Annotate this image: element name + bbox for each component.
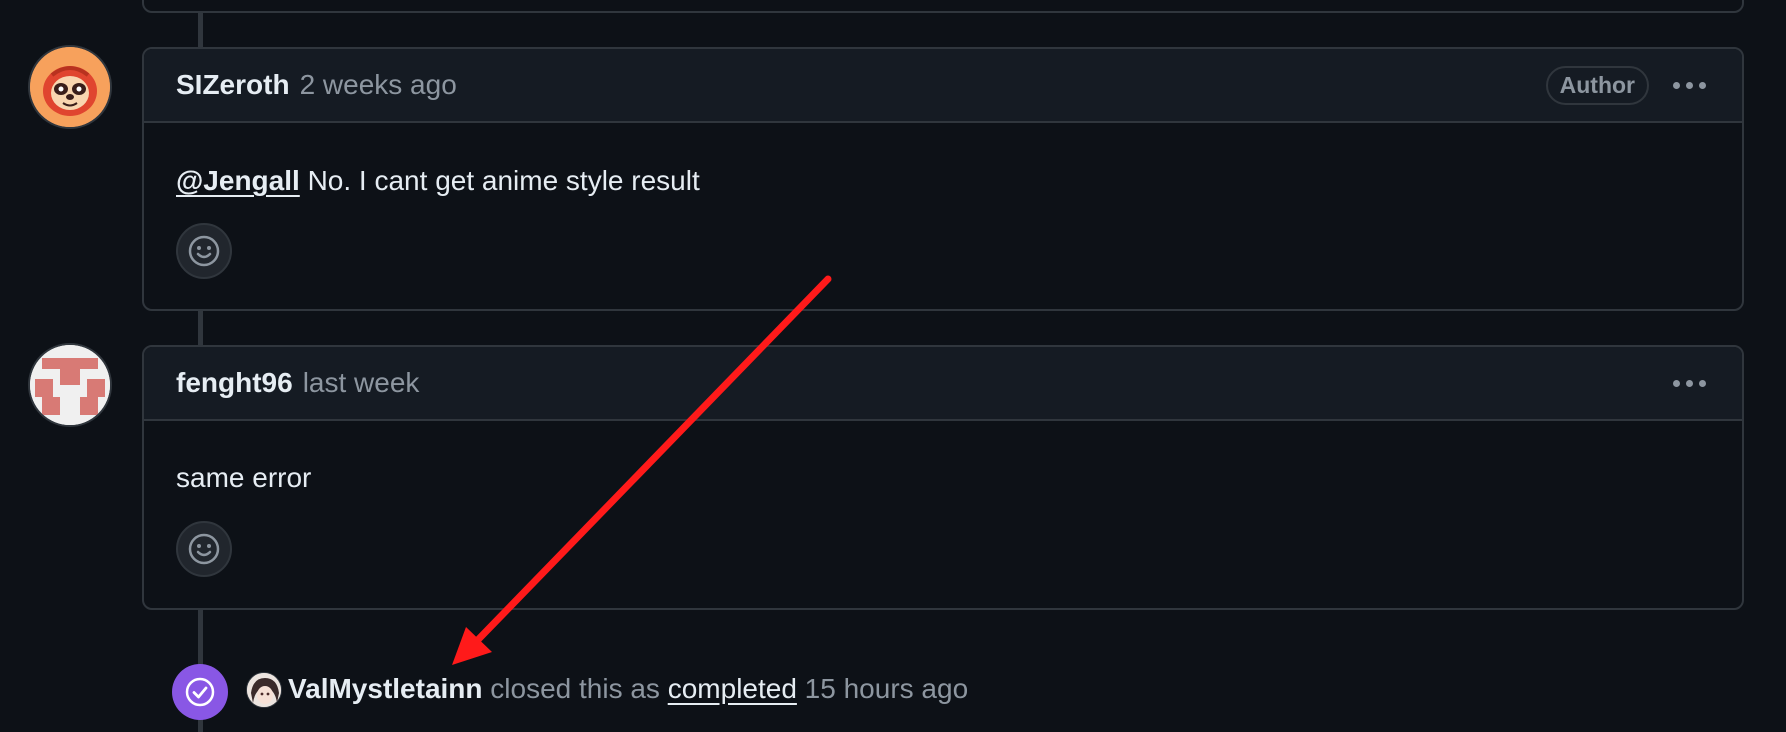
avatar[interactable] <box>246 672 282 708</box>
comment-header: fenght96 last week <box>144 347 1742 421</box>
comment-timestamp[interactable]: last week <box>303 367 420 399</box>
sloth-avatar-icon <box>30 47 110 127</box>
comment-header: SIZeroth 2 weeks ago Author <box>144 49 1742 123</box>
event-timestamp[interactable]: 15 hours ago <box>797 673 968 704</box>
comment-options-icon[interactable] <box>1667 76 1712 95</box>
add-reaction-button[interactable] <box>176 223 232 279</box>
timeline-line <box>198 718 203 732</box>
comment-author[interactable]: fenght96 <box>176 367 293 399</box>
comment-body: same error <box>176 462 312 493</box>
avatar[interactable] <box>28 45 112 129</box>
comment-card: fenght96 last week same error <box>142 345 1744 610</box>
comment-body: @Jengall No. I cant get anime style resu… <box>176 163 700 199</box>
identicon-avatar-icon <box>30 345 110 425</box>
author-badge: Author <box>1545 65 1649 105</box>
event-action: closed this as <box>482 673 668 704</box>
add-reaction-button[interactable] <box>176 521 232 577</box>
event-user-link[interactable]: ValMystletainn <box>288 673 483 704</box>
avatar[interactable] <box>28 343 112 427</box>
comment-text: No. I cant get anime style result <box>299 165 700 196</box>
smiley-icon <box>188 235 220 267</box>
close-event-text: ValMystletainn closed this as completed … <box>288 671 968 707</box>
timeline-line <box>198 308 203 346</box>
comment-timestamp[interactable]: 2 weeks ago <box>300 69 457 101</box>
completed-state-link[interactable]: completed <box>668 673 797 704</box>
timeline-line <box>198 608 203 668</box>
comment-author[interactable]: SIZeroth <box>176 69 290 101</box>
previous-comment-box <box>142 0 1744 13</box>
comment-options-icon[interactable] <box>1667 374 1712 393</box>
anime-avatar-icon <box>247 673 281 707</box>
comment-card: SIZeroth 2 weeks ago Author @Jengall No.… <box>142 47 1744 311</box>
issue-timeline: SIZeroth 2 weeks ago Author @Jengall No.… <box>0 0 1786 732</box>
user-mention-link[interactable]: @Jengall <box>176 165 300 196</box>
check-circle-icon <box>172 664 228 720</box>
smiley-icon <box>188 533 220 565</box>
